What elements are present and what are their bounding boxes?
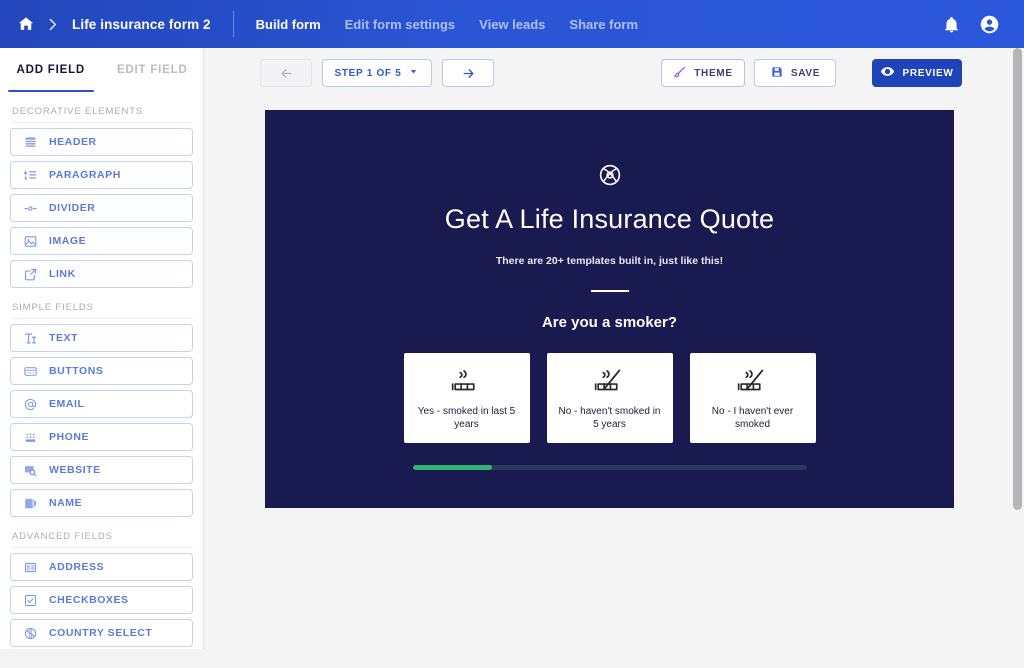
builder-toolbar: STEP 1 OF 5 THEME SAVE PREVIEW (260, 59, 962, 89)
field-item-country-select[interactable]: COUNTRY SELECT (10, 619, 193, 647)
checkbox-icon (22, 592, 38, 608)
field-item-label: WEBSITE (49, 464, 101, 476)
caret-down-icon (408, 66, 419, 80)
tab-add-field[interactable]: ADD FIELD (0, 48, 102, 92)
eye-icon (880, 64, 895, 82)
field-item-label: NAME (49, 497, 83, 509)
form-subtitle: There are 20+ templates built in, just l… (495, 255, 724, 267)
field-item-label: CHECKBOXES (49, 594, 129, 606)
field-item-header[interactable]: HEADER (10, 128, 193, 156)
website-search-icon (22, 462, 38, 478)
form-progress-bar (413, 465, 807, 470)
field-item-checkboxes[interactable]: CHECKBOXES (10, 586, 193, 614)
name-badge-icon (22, 495, 38, 511)
paragraph-icon (22, 167, 38, 183)
chevron-right-icon (42, 14, 62, 34)
at-sign-icon (22, 396, 38, 412)
page-scrollbar-thumb[interactable] (1013, 48, 1022, 510)
field-item-paragraph[interactable]: PARAGRAPH (10, 161, 193, 189)
field-item-phone[interactable]: PHONE (10, 423, 193, 451)
field-item-name[interactable]: NAME (10, 489, 193, 517)
nav-view-leads[interactable]: View leads (479, 17, 545, 32)
buttons-icon (22, 363, 38, 379)
section-label-decorative: DECORATIVE ELEMENTS (12, 106, 193, 123)
no-smoking-icon (593, 366, 627, 396)
save-button-label: SAVE (790, 67, 821, 79)
address-columns-icon (22, 559, 38, 575)
field-item-link[interactable]: LINK (10, 260, 193, 288)
step-selector-label: STEP 1 OF 5 (334, 67, 402, 79)
field-item-label: PARAGRAPH (49, 169, 121, 181)
external-link-icon (22, 266, 38, 282)
previous-step-button[interactable] (260, 59, 312, 87)
field-item-label: PHONE (49, 431, 90, 443)
option-card-label: No - I haven't ever smoked (711, 406, 794, 430)
form-builder-canvas: STEP 1 OF 5 THEME SAVE PREVIEW Get A Lif… (204, 48, 1024, 649)
field-item-divider[interactable]: DIVIDER (10, 194, 193, 222)
tab-edit-field[interactable]: EDIT FIELD (102, 48, 204, 92)
form-preview-panel[interactable]: Get A Life Insurance Quote There are 20+… (265, 110, 954, 508)
field-item-label: ADDRESS (49, 561, 105, 573)
field-item-label: HEADER (49, 136, 97, 148)
field-item-label: EMAIL (49, 398, 85, 410)
breadcrumb-form-title[interactable]: Life insurance form 2 (72, 17, 211, 32)
sidebar-scroll-area[interactable]: DECORATIVE ELEMENTS HEADER PARAGRAPH DIV… (0, 92, 203, 649)
field-item-website[interactable]: WEBSITE (10, 456, 193, 484)
section-label-advanced: ADVANCED FIELDS (12, 531, 193, 548)
nav-share-form[interactable]: Share form (569, 17, 638, 32)
topbar-actions (942, 14, 1000, 35)
cigarette-icon (450, 366, 484, 396)
paint-brush-icon (673, 65, 687, 82)
option-card-group: Yes - smoked in last 5 years No - haven'… (265, 353, 954, 443)
field-item-label: BUTTONS (49, 365, 104, 377)
title-divider-rule (590, 290, 629, 292)
header-lines-icon (22, 134, 38, 150)
preview-button-label: PREVIEW (902, 67, 954, 79)
preview-button[interactable]: PREVIEW (872, 59, 962, 87)
home-icon[interactable] (14, 12, 38, 36)
option-card-yes-smoked-last-5-years[interactable]: Yes - smoked in last 5 years (403, 353, 530, 443)
field-item-label: TEXT (49, 332, 79, 344)
page-scrollbar[interactable] (1011, 48, 1024, 649)
field-item-buttons[interactable]: BUTTONS (10, 357, 193, 385)
section-label-simple: SIMPLE FIELDS (12, 302, 193, 319)
field-item-address[interactable]: ADDRESS (10, 553, 193, 581)
field-item-label: DIVIDER (49, 202, 96, 214)
theme-button[interactable]: THEME (661, 59, 745, 87)
field-item-label: COUNTRY SELECT (49, 627, 153, 639)
save-button[interactable]: SAVE (754, 59, 836, 87)
form-progress-fill (413, 465, 492, 470)
floppy-disk-icon (770, 65, 784, 82)
divider-icon (22, 200, 38, 216)
account-circle-icon[interactable] (979, 14, 1000, 35)
option-card-no-never-smoked[interactable]: No - I haven't ever smoked (689, 353, 816, 443)
text-cursor-icon (22, 330, 38, 346)
step-selector-dropdown[interactable]: STEP 1 OF 5 (322, 59, 432, 87)
no-smoking-icon (736, 366, 770, 396)
nav-edit-form-settings[interactable]: Edit form settings (345, 17, 456, 32)
topbar-divider (232, 11, 234, 37)
option-card-no-not-smoked-5-years[interactable]: No - haven't smoked in 5 years (546, 353, 673, 443)
field-item-text[interactable]: TEXT (10, 324, 193, 352)
sidebar-tabs: ADD FIELD EDIT FIELD (0, 48, 203, 92)
field-palette-sidebar: ADD FIELD EDIT FIELD DECORATIVE ELEMENTS… (0, 48, 204, 649)
nav-build-form[interactable]: Build form (256, 17, 321, 32)
circular-emblem-logo (265, 160, 954, 190)
field-item-label: IMAGE (49, 235, 87, 247)
topbar-nav: Build form Edit form settings View leads… (256, 17, 638, 32)
top-navigation-bar: Life insurance form 2 Build form Edit fo… (0, 0, 1024, 48)
option-card-label: No - haven't smoked in 5 years (558, 406, 661, 430)
phone-keypad-icon (22, 429, 38, 445)
theme-button-label: THEME (694, 67, 733, 79)
field-item-email[interactable]: EMAIL (10, 390, 193, 418)
field-item-label: LINK (49, 268, 76, 280)
question-heading: Are you a smoker? (541, 314, 678, 331)
globe-icon (22, 625, 38, 641)
field-item-image[interactable]: IMAGE (10, 227, 193, 255)
next-step-button[interactable] (442, 59, 494, 87)
image-icon (22, 233, 38, 249)
form-title-heading: Get A Life Insurance Quote (444, 204, 775, 234)
option-card-label: Yes - smoked in last 5 years (417, 406, 516, 430)
bell-icon[interactable] (942, 15, 961, 34)
